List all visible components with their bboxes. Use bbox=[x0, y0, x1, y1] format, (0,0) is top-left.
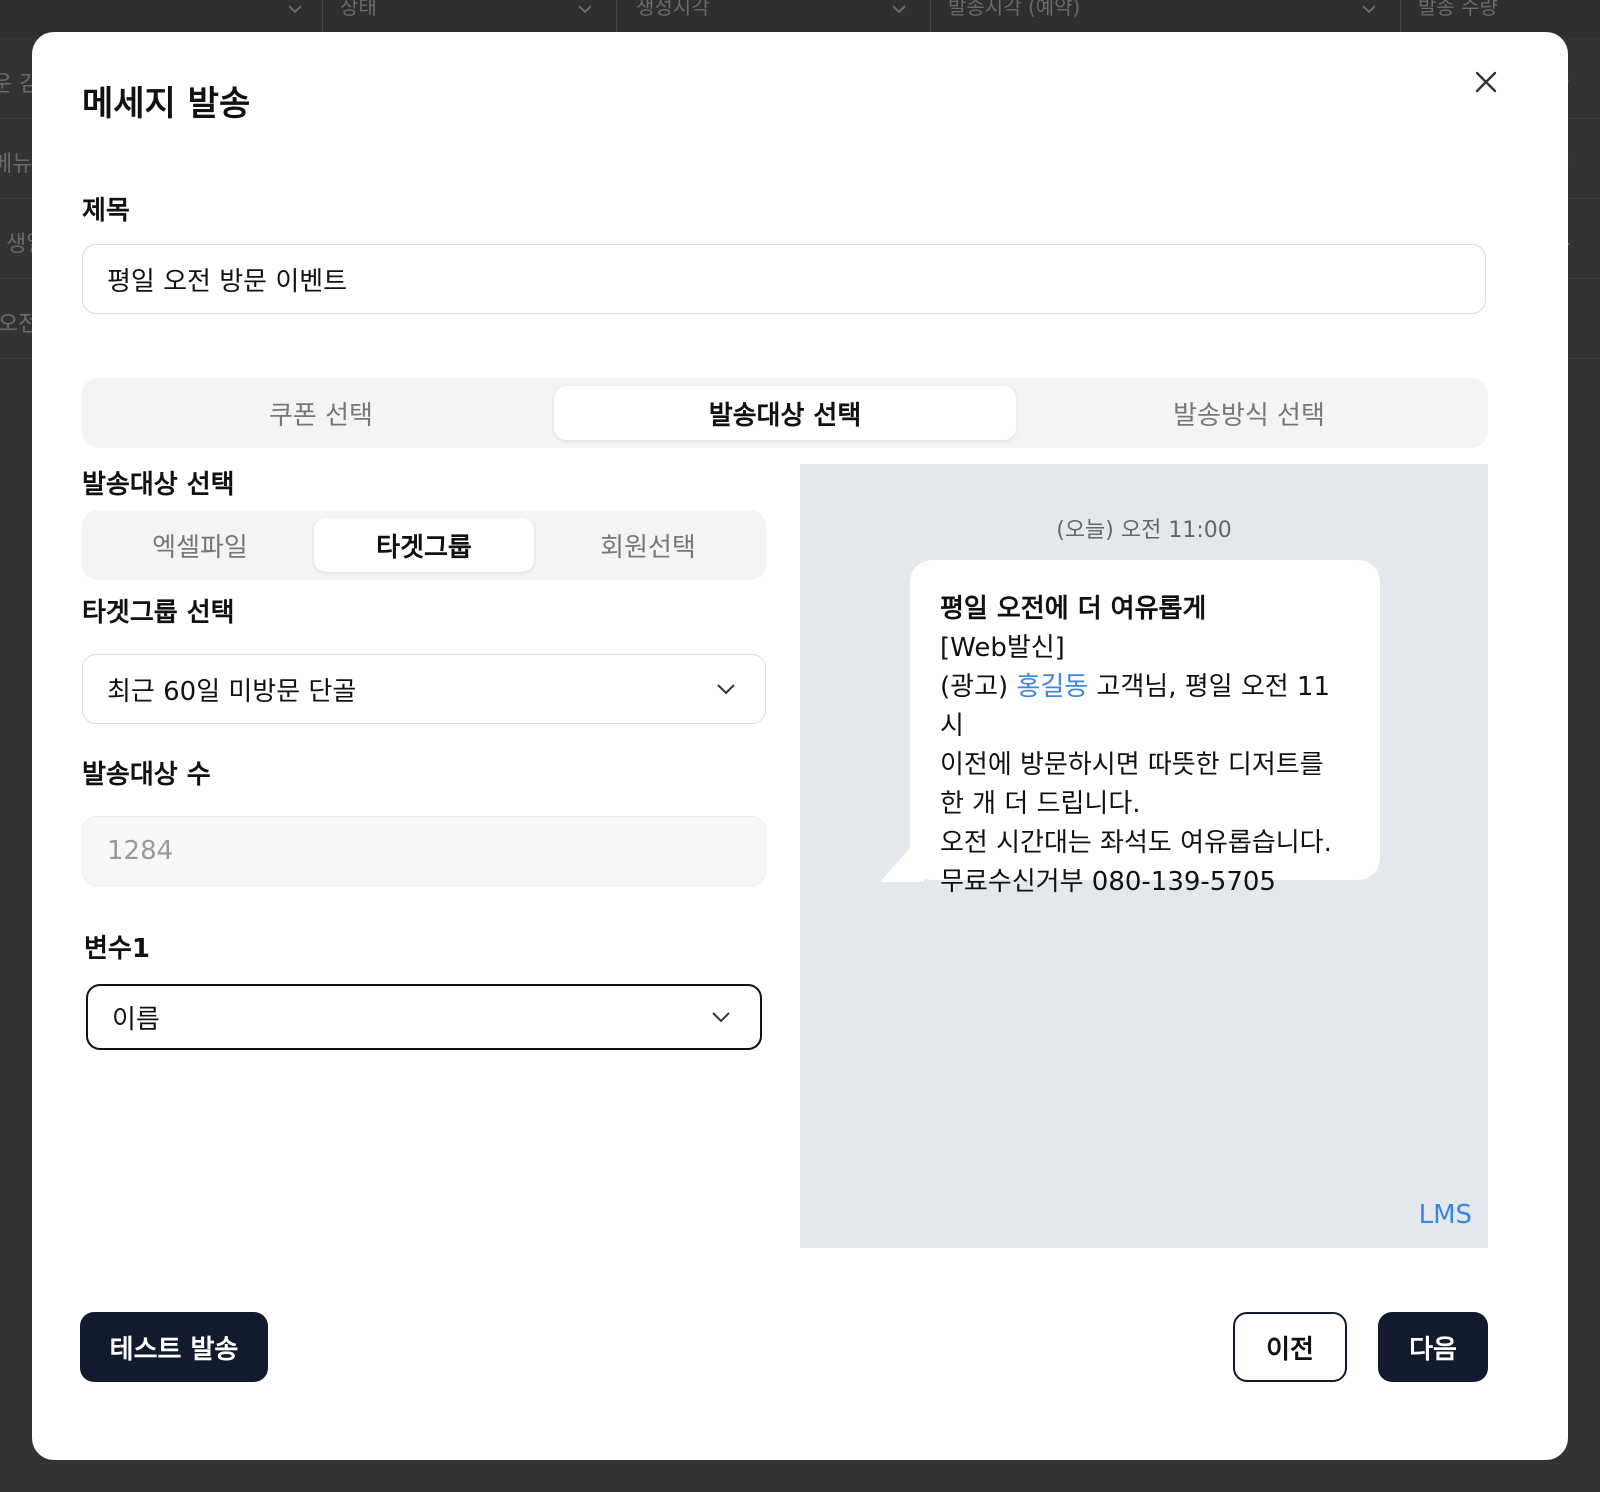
background-column-created: 생성시각 bbox=[636, 0, 710, 19]
next-button[interactable]: 다음 bbox=[1378, 1312, 1488, 1382]
message-line: (광고) 홍길동 고객님, 평일 오전 11시 bbox=[940, 668, 1350, 746]
target-type-segment: 엑셀파일 타겟그룹 회원선택 bbox=[82, 510, 766, 580]
tab-coupon-select[interactable]: 쿠폰 선택 bbox=[90, 386, 552, 440]
background-column-sent: 발송시각 (예약) bbox=[948, 0, 1081, 19]
message-type-badge: LMS bbox=[1418, 1200, 1472, 1230]
chevron-down-icon bbox=[717, 684, 735, 695]
close-button[interactable] bbox=[1468, 64, 1504, 100]
chevron-down-icon bbox=[288, 5, 302, 14]
prev-button[interactable]: 이전 bbox=[1233, 1312, 1347, 1382]
chevron-down-icon bbox=[712, 1012, 730, 1023]
chevron-down-icon bbox=[892, 5, 906, 14]
variable-value: 이름 bbox=[112, 1004, 160, 1035]
chevron-down-icon bbox=[1362, 5, 1376, 14]
background-column-status: 상태 bbox=[340, 0, 377, 19]
subject-label: 제목 bbox=[82, 196, 130, 226]
background-column-quantity: 발송 수량 bbox=[1418, 0, 1498, 19]
tab-target-select[interactable]: 발송대상 선택 bbox=[554, 386, 1016, 440]
message-title: 평일 오전에 더 여유롭게 bbox=[940, 594, 1207, 624]
message-line: 오전 시간대는 좌석도 여유롭습니다. bbox=[940, 828, 1332, 858]
background-cell: 메뉴 bbox=[0, 152, 33, 177]
message-bubble: 평일 오전에 더 여유롭게 [Web발신] (광고) 홍길동 고객님, 평일 오… bbox=[910, 560, 1380, 897]
message-sender-tag: [Web발신] bbox=[940, 633, 1065, 663]
preview-time: (오늘) 오전 11:00 bbox=[1056, 518, 1232, 543]
variable-label: 변수1 bbox=[84, 934, 150, 964]
target-group-select[interactable]: 최근 60일 미방문 단골 bbox=[82, 654, 766, 724]
close-icon bbox=[1475, 71, 1497, 93]
test-send-button[interactable]: 테스트 발송 bbox=[80, 1312, 268, 1382]
message-send-modal: 메세지 발송 제목 평일 오전 방문 이벤트 쿠폰 선택 발송대상 선택 발송방… bbox=[32, 32, 1568, 1460]
step-tabs: 쿠폰 선택 발송대상 선택 발송방식 선택 bbox=[82, 378, 1488, 448]
target-count-field: 1284 bbox=[82, 816, 766, 886]
target-count-label: 발송대상 수 bbox=[82, 760, 211, 790]
message-line: 무료수신거부 080-139-5705 bbox=[940, 867, 1276, 897]
variable-name-link: 홍길동 bbox=[1016, 672, 1089, 702]
variable-select[interactable]: 이름 bbox=[86, 984, 762, 1050]
message-preview: (오늘) 오전 11:00 평일 오전에 더 여유롭게 [Web발신] (광고)… bbox=[800, 464, 1488, 1248]
subject-input[interactable]: 평일 오전 방문 이벤트 bbox=[82, 244, 1486, 314]
target-section-label: 발송대상 선택 bbox=[82, 470, 235, 500]
target-group-value: 최근 60일 미방문 단골 bbox=[107, 676, 357, 707]
message-line: 한 개 더 드립니다. bbox=[940, 789, 1141, 819]
segment-member-select[interactable]: 회원선택 bbox=[538, 518, 758, 572]
target-group-label: 타겟그룹 선택 bbox=[82, 598, 235, 628]
chevron-down-icon bbox=[578, 5, 592, 14]
modal-title: 메세지 발송 bbox=[82, 84, 251, 124]
segment-target-group[interactable]: 타겟그룹 bbox=[314, 518, 534, 572]
segment-excel-file[interactable]: 엑셀파일 bbox=[90, 518, 310, 572]
message-ad-prefix: (광고) bbox=[940, 672, 1017, 702]
tab-method-select[interactable]: 발송방식 선택 bbox=[1018, 386, 1480, 440]
message-line: 이전에 방문하시면 따뜻한 디저트를 bbox=[940, 750, 1324, 780]
